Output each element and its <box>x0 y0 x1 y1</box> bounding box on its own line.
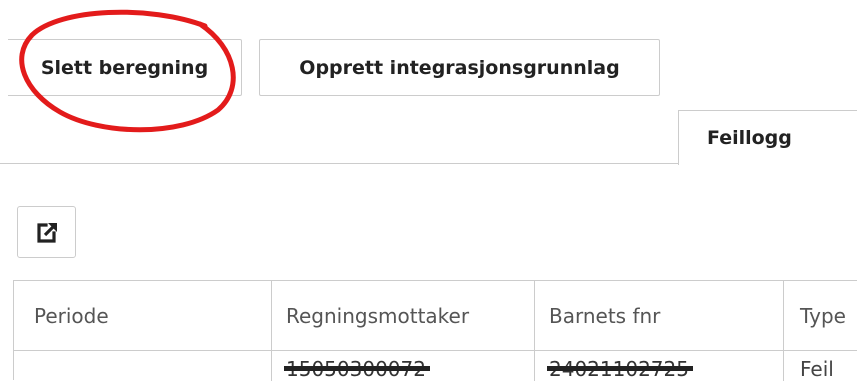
column-header-barnets-fnr[interactable]: Barnets fnr <box>535 281 784 351</box>
column-header-regningsmottaker[interactable]: Regningsmottaker <box>272 281 535 351</box>
export-button[interactable] <box>17 206 76 258</box>
tab-bar-divider <box>0 163 678 164</box>
column-header-type[interactable]: Type <box>784 281 857 351</box>
table-cell-barnets-fnr: 24021102725 <box>535 351 784 381</box>
table-cell-regningsmottaker: 15050300072 <box>272 351 535 381</box>
redacted-id: 24021102725 <box>547 357 693 381</box>
column-header-periode[interactable]: Periode <box>14 281 272 351</box>
billing-table: Periode Regningsmottaker Barnets fnr Typ… <box>13 280 857 381</box>
tab-error-log[interactable]: Feillogg <box>678 110 857 165</box>
redacted-id: 15050300072 <box>284 357 430 381</box>
table-cell-type: Feil <box>800 357 834 381</box>
delete-calculation-button[interactable]: Slett beregning <box>8 39 242 96</box>
create-integration-basis-label: Opprett integrasjonsgrunnlag <box>299 56 620 79</box>
tab-error-log-label: Feillogg <box>707 127 792 149</box>
table-cell-periode <box>14 351 272 381</box>
external-link-icon <box>36 223 57 243</box>
create-integration-basis-button[interactable]: Opprett integrasjonsgrunnlag <box>259 39 660 96</box>
delete-calculation-label: Slett beregning <box>40 56 209 79</box>
